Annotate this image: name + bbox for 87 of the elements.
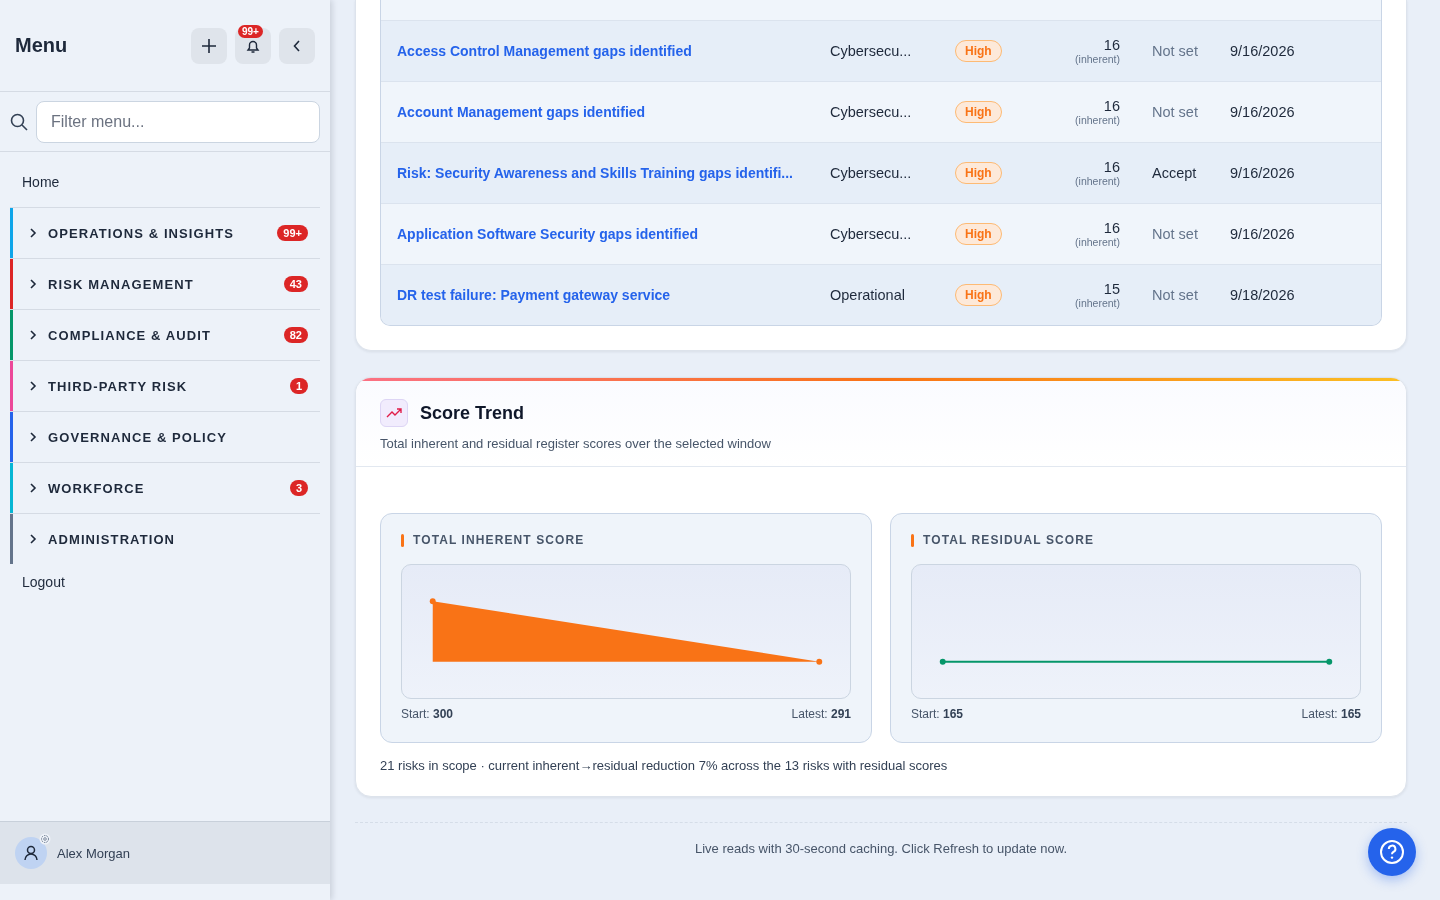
score-note: (inherent)	[1075, 114, 1120, 127]
group-label: WORKFORCE	[48, 480, 146, 496]
notification-badge: 99+	[238, 24, 263, 38]
severity-badge: High	[955, 162, 1002, 184]
chevron-right-icon	[29, 330, 37, 340]
group-label: OPERATIONS & INSIGHTS	[48, 225, 236, 241]
risk-title-link[interactable]: DR test failure: Payment gateway service	[397, 287, 830, 303]
score-note: (inherent)	[1075, 53, 1120, 66]
treatment-cell-text: Not set	[1151, 104, 1199, 120]
category-cell-text: Cybersecu...	[830, 104, 913, 120]
plus-icon	[202, 38, 216, 53]
severity-badge: High	[955, 101, 1002, 123]
sidebar-group[interactable]: WORKFORCE 3	[10, 462, 320, 513]
section-title: Score Trend	[420, 402, 525, 424]
chevron-right-icon	[29, 432, 37, 442]
score-note: (inherent)	[1075, 297, 1120, 310]
chevron-right-icon	[29, 534, 37, 544]
group-label: THIRD-PARTY RISK	[48, 378, 189, 394]
score-value: 16	[1103, 36, 1120, 54]
settings-icon[interactable]	[39, 833, 51, 845]
category-cell-text: Cybersecu...	[830, 43, 913, 59]
logout-link[interactable]: Logout	[0, 564, 87, 600]
severity-badge: High	[955, 284, 1002, 306]
group-label: RISK MANAGEMENT	[48, 276, 195, 292]
trend-up-icon	[386, 408, 402, 418]
risk-title-link[interactable]: Access Control Management gaps identified	[397, 43, 830, 59]
group-label: GOVERNANCE & POLICY	[48, 429, 229, 445]
chevron-right-icon	[29, 483, 37, 493]
count-badge: 3	[289, 480, 308, 496]
count-badge: 1	[289, 378, 308, 394]
latest-value: Latest: 165	[1301, 707, 1361, 721]
footer-note: Live reads with 30-second caching. Click Refresh to update now.	[694, 841, 1068, 856]
sidebar-group[interactable]: COMPLIANCE & AUDIT 82	[10, 309, 320, 360]
filter-field[interactable]: Filter menu...	[36, 100, 320, 143]
due-date-cell-text: 9/16/2026	[1230, 104, 1296, 120]
score-value: 15	[1103, 280, 1120, 298]
risk-title-link[interactable]: Application Software Security gaps identified	[397, 226, 830, 242]
severity-badge: High	[955, 223, 1002, 245]
due-date-cell-text: 9/16/2026	[1230, 226, 1296, 242]
avatar-icon	[15, 837, 47, 869]
chevron-right-icon	[29, 279, 37, 289]
panel-label: TOTAL INHERENT SCORE	[413, 533, 585, 547]
chevron-right-icon	[29, 381, 37, 391]
sidebar-group[interactable]: OPERATIONS & INSIGHTS 99+	[10, 207, 320, 258]
add-button[interactable]	[191, 27, 227, 64]
category-cell-text: Operational	[830, 287, 906, 303]
sidebar-group[interactable]: GOVERNANCE & POLICY	[10, 411, 320, 462]
panel-label: TOTAL RESIDUAL SCORE	[923, 533, 1095, 547]
sidebar-group[interactable]: ADMINISTRATION	[10, 513, 320, 564]
severity-badge: High	[955, 40, 1002, 62]
score-value: 16	[1103, 219, 1120, 237]
due-date-cell-text: 9/16/2026	[1230, 165, 1296, 181]
group-label: ADMINISTRATION	[48, 531, 177, 547]
sidebar-group[interactable]: THIRD-PARTY RISK 1	[10, 360, 320, 411]
menu-title: Menu	[15, 34, 69, 57]
section-subtitle: Total inherent and residual register scores over the selected window	[380, 436, 772, 451]
latest-value: Latest: 291	[791, 707, 851, 721]
notifications-button[interactable]: 99+	[235, 27, 271, 64]
treatment-cell-text: Accept	[1151, 165, 1198, 181]
home-link[interactable]: Home	[0, 152, 82, 207]
count-badge: 99+	[277, 225, 308, 241]
score-value: 16	[1103, 97, 1120, 115]
treatment-cell-text: Not set	[1151, 226, 1199, 242]
score-note: (inherent)	[1075, 236, 1120, 249]
category-cell-text: Cybersecu...	[830, 226, 913, 242]
count-badge: 43	[283, 276, 308, 292]
chevron-right-icon	[29, 228, 37, 238]
risk-title-link[interactable]: Account Management gaps identified	[397, 104, 830, 120]
chevron-left-icon	[293, 39, 301, 52]
search-icon	[10, 112, 28, 131]
count-badge: 82	[283, 327, 308, 343]
help-button[interactable]	[1368, 828, 1416, 876]
due-date-cell-text: 9/18/2026	[1230, 287, 1296, 303]
risk-title-link[interactable]: Risk: Security Awareness and Skills Training gaps identifi...	[397, 165, 830, 181]
start-value: Start: 165	[911, 707, 964, 721]
treatment-cell-text: Not set	[1151, 287, 1199, 303]
start-value: Start: 300	[401, 707, 454, 721]
sidebar-group[interactable]: RISK MANAGEMENT 43	[10, 258, 320, 309]
score-value: 16	[1103, 158, 1120, 176]
group-label: COMPLIANCE & AUDIT	[48, 327, 213, 343]
category-cell-text: Cybersecu...	[830, 165, 913, 181]
treatment-cell-text: Not set	[1151, 43, 1199, 59]
due-date-cell-text: 9/16/2026	[1230, 43, 1296, 59]
user-name: Alex Morgan	[57, 845, 130, 861]
score-note: (inherent)	[1075, 175, 1120, 188]
help-icon	[1379, 839, 1405, 865]
summary-text: 21 risks in scope · current inherent→residual reduction 7% across the 13 risks with residual scores	[380, 758, 949, 773]
